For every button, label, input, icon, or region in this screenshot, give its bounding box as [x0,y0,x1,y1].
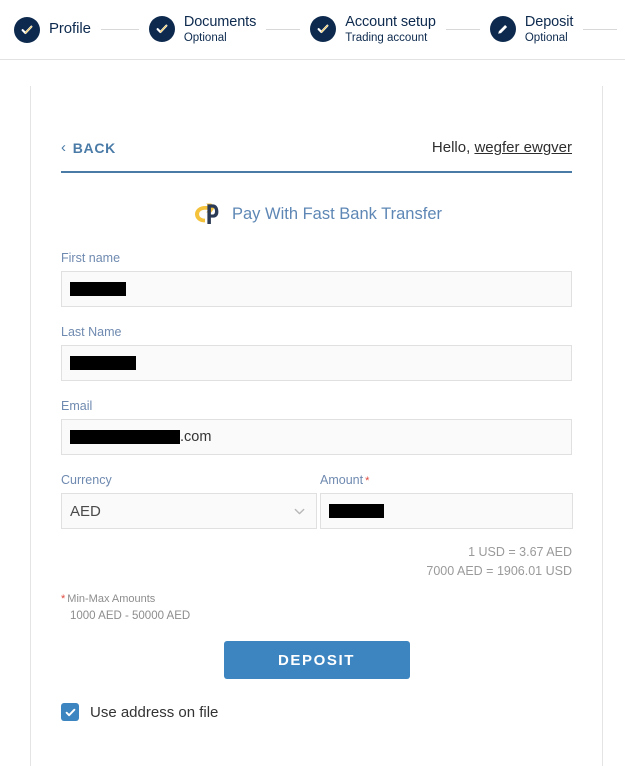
step-connector-1 [100,29,139,30]
min-max-range: 1000 AED - 50000 AED [70,609,191,622]
step-documents-subtitle: Optional [183,31,227,44]
chevron-down-icon [294,508,305,514]
last-name-field-group: Last Name [61,325,572,381]
greeting-prefix: Hello, [431,139,471,156]
back-button-label: BACK [72,139,116,156]
step-account-setup-title: Account setup [345,14,436,31]
currency-selected-value: AED [70,502,101,520]
step-profile-title: Profile [49,20,91,38]
currency-amount-row: Currency AED Amount * [61,473,573,529]
step-deposit[interactable]: Deposit Optional [489,14,574,44]
chevron-left-icon: ‹ [61,139,67,156]
step-connector-3 [445,29,480,30]
card-header-row: ‹ BACK Hello, wegfer ewgver [61,86,572,156]
email-label: Email [61,399,93,413]
amount-field-group: Amount * [320,473,573,529]
currency-field-group: Currency AED [61,473,317,529]
step-profile-text: Profile [49,20,91,38]
email-field-group: Email .com [61,399,572,455]
currency-label: Currency [61,473,112,487]
email-suffix: .com [180,429,212,445]
step-account-setup-text: Account setup Trading account [345,14,436,44]
deposit-button[interactable]: DEPOSIT [223,641,410,680]
use-address-label: Use address on file [90,703,219,721]
step-profile-circle [14,16,40,43]
step-documents-title: Documents [183,14,257,31]
first-name-field-group: First name [61,251,572,307]
step-documents-text: Documents Optional [183,14,257,44]
exchange-rate-line-2: 7000 AED = 1906.01 USD [426,564,572,579]
currency-select[interactable]: AED [61,493,317,529]
check-icon [21,25,33,34]
exchange-rate-line-1: 1 USD = 3.67 AED [468,545,572,559]
email-input[interactable]: .com [61,419,572,455]
use-address-row: Use address on file [61,703,572,722]
check-icon [156,25,168,34]
step-deposit-circle [489,16,516,43]
min-max-asterisk: * [61,592,66,605]
last-name-input[interactable] [61,345,572,381]
last-name-redacted-value [70,356,136,370]
last-name-label: Last Name [61,325,122,339]
first-name-label: First name [61,251,121,265]
first-name-redacted-value [70,282,126,296]
step-documents[interactable]: Documents Optional [148,14,257,44]
pencil-icon [498,24,508,34]
use-address-checkbox[interactable] [61,703,79,722]
email-redacted-value [70,430,180,444]
amount-redacted-value [329,504,384,518]
back-button[interactable]: ‹ BACK [61,140,116,156]
step-deposit-text: Deposit Optional [524,14,574,44]
step-profile[interactable]: Profile [14,16,91,43]
step-account-setup[interactable]: Account setup Trading account [310,14,436,44]
step-deposit-title: Deposit [524,14,574,31]
step-account-setup-circle [310,16,337,43]
deposit-button-wrap: DEPOSIT [61,641,572,680]
check-icon [317,25,329,34]
step-documents-circle [148,16,175,43]
amount-input[interactable] [320,493,573,529]
step-connector-2 [266,29,301,30]
min-max-amounts: * Min-Max Amounts 1000 AED - 50000 AED [61,592,572,625]
payment-provider-heading: Pay With Fast Bank Transfer [61,199,572,229]
step-deposit-subtitle: Optional [524,31,568,44]
user-name-link[interactable]: wegfer ewgver [474,139,572,156]
exchange-rate-info: 1 USD = 3.67 AED 7000 AED = 1906.01 USD [61,543,572,582]
payment-provider-name: Pay With Fast Bank Transfer [232,204,442,223]
header-divider [61,171,572,173]
min-max-label: Min-Max Amounts [67,592,156,605]
min-max-label-row: * Min-Max Amounts [61,592,572,608]
step-account-setup-subtitle: Trading account [345,31,428,44]
amount-label: Amount * [320,473,573,487]
amount-label-text: Amount [320,473,364,487]
check-icon [65,708,75,717]
payment-provider-logo-icon [195,203,219,224]
step-connector-4 [583,29,618,30]
amount-required-asterisk: * [365,475,370,487]
progress-stepper: Profile Documents Optional Account setup… [0,0,625,60]
first-name-input[interactable] [61,271,572,307]
deposit-card: ‹ BACK Hello, wegfer ewgver Pay With Fas… [30,86,603,766]
greeting: Hello, wegfer ewgver [432,139,572,156]
